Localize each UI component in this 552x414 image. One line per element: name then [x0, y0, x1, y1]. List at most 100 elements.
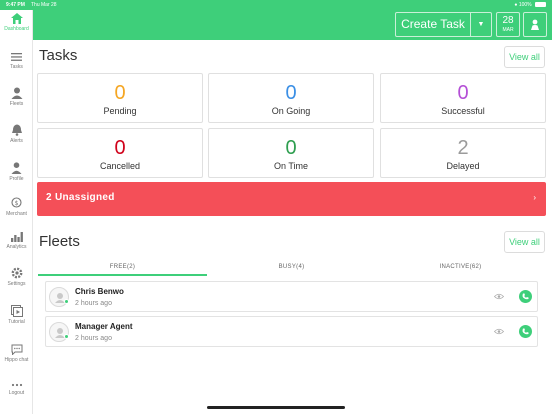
eye-icon[interactable]: [494, 293, 504, 300]
chevron-down-icon[interactable]: ▼: [471, 13, 491, 36]
date-button[interactable]: 28 MAR: [496, 12, 520, 37]
tasks-view-all-button[interactable]: View all: [504, 46, 545, 68]
sidebar-item-label: Merchant: [6, 211, 27, 217]
avatar: [49, 322, 69, 342]
status-time: 9:47 PM: [6, 2, 25, 8]
merchant-icon: $: [11, 197, 22, 208]
task-count: 0: [457, 82, 469, 104]
task-card-cancelled[interactable]: 0 Cancelled: [37, 128, 203, 178]
chevron-right-icon: ›: [533, 193, 536, 202]
sidebar-item-label: Fleets: [9, 101, 24, 107]
analytics-icon: [10, 232, 23, 242]
unassigned-banner[interactable]: 2 Unassigned ›: [37, 182, 546, 216]
task-label: Successful: [441, 106, 485, 116]
avatar: [49, 287, 69, 307]
fleets-title: Fleets: [39, 233, 80, 250]
create-task-button[interactable]: Create Task ▼: [395, 12, 492, 37]
task-label: On Going: [271, 106, 311, 116]
online-status-dot: [64, 299, 69, 304]
task-card-ongoing[interactable]: 0 On Going: [208, 73, 374, 123]
task-count: 0: [285, 137, 297, 159]
sidebar-item-fleets[interactable]: Fleets: [0, 87, 33, 107]
task-count: 0: [285, 82, 297, 104]
person-icon: [55, 328, 65, 338]
status-date: Thu Mar 28: [31, 2, 57, 8]
sidebar-item-label: Settings: [7, 281, 26, 287]
date-day: 28: [502, 15, 514, 26]
task-card-successful[interactable]: 0 Successful: [380, 73, 546, 123]
fleets-view-all-button[interactable]: View all: [504, 231, 545, 253]
more-icon: [11, 383, 22, 387]
agent-name: Chris Benwo: [75, 287, 124, 296]
home-icon: [10, 13, 23, 24]
sidebar-item-label: Dashboard: [4, 26, 29, 32]
status-bar: 9:47 PM Thu Mar 28 ● 100%: [0, 0, 552, 10]
call-button[interactable]: [519, 325, 532, 338]
sidebar-item-tutorial[interactable]: Tutorial: [0, 305, 33, 325]
bell-icon: [11, 124, 22, 136]
user-menu-button[interactable]: [523, 12, 547, 37]
sidebar-item-label: Profile: [9, 176, 24, 182]
sidebar-item-hippo-chat[interactable]: Hippo chat: [0, 344, 33, 363]
task-count: 0: [114, 82, 126, 104]
fleet-tabs: FREE(2) BUSY(4) INACTIVE(62): [38, 264, 546, 276]
gear-icon: [11, 267, 22, 279]
tab-inactive[interactable]: INACTIVE(62): [376, 264, 545, 276]
phone-icon: [522, 293, 529, 300]
list-icon: [11, 53, 22, 61]
task-card-pending[interactable]: 0 Pending: [37, 73, 203, 123]
person-icon: [11, 162, 22, 174]
phone-icon: [522, 328, 529, 335]
agent-row[interactable]: Manager Agent 2 hours ago: [45, 316, 538, 347]
battery-icon: [535, 2, 546, 8]
task-card-delayed[interactable]: 2 Delayed: [380, 128, 546, 178]
status-right: ● 100%: [514, 2, 546, 8]
sidebar-item-label: Tasks: [10, 64, 23, 70]
agent-last-seen: 2 hours ago: [75, 300, 112, 307]
sidebar-item-analytics[interactable]: Analytics: [0, 231, 33, 250]
task-count: 2: [457, 137, 469, 159]
chat-icon: [11, 344, 22, 355]
sidebar-item-label: Alerts: [10, 138, 23, 144]
tasks-title: Tasks: [39, 47, 78, 64]
date-month: MAR: [502, 27, 514, 33]
sidebar-item-profile[interactable]: Profile: [0, 162, 33, 182]
task-label: Pending: [103, 106, 137, 116]
task-label: Delayed: [446, 161, 480, 171]
task-label: Cancelled: [99, 161, 141, 171]
person-icon: [531, 19, 539, 30]
sidebar-item-settings[interactable]: Settings: [0, 267, 33, 287]
task-card-ontime[interactable]: 0 On Time: [208, 128, 374, 178]
sidebar: Dashboard Tasks Fleets Alerts Profile $ …: [0, 10, 33, 414]
agent-row[interactable]: Chris Benwo 2 hours ago: [45, 281, 538, 312]
tab-free[interactable]: FREE(2): [38, 264, 207, 276]
sidebar-item-label: Tutorial: [8, 319, 25, 325]
task-label: On Time: [273, 161, 308, 171]
online-status-dot: [64, 334, 69, 339]
agent-last-seen: 2 hours ago: [75, 335, 112, 342]
unassigned-label: 2 Unassigned: [46, 192, 115, 203]
wifi-icon: ●: [514, 2, 518, 8]
fleet-icon: [11, 87, 22, 99]
sidebar-item-alerts[interactable]: Alerts: [0, 124, 33, 144]
sidebar-item-label: Hippo chat: [4, 357, 29, 363]
agent-name: Manager Agent: [75, 322, 133, 331]
task-count: 0: [114, 137, 126, 159]
tab-busy[interactable]: BUSY(4): [207, 264, 376, 276]
battery-percent: 100%: [518, 2, 532, 8]
top-bar: 9:47 PM Thu Mar 28 ● 100% Create Task ▼ …: [0, 0, 552, 40]
sidebar-item-logout[interactable]: Logout: [0, 382, 33, 396]
main-content: Tasks View all 0 Pending 0 On Going 0 Su…: [33, 40, 552, 414]
tutorial-icon: [10, 305, 23, 317]
sidebar-item-label: Logout: [8, 390, 25, 396]
call-button[interactable]: [519, 290, 532, 303]
sidebar-item-label: Analytics: [6, 244, 27, 250]
person-icon: [55, 293, 65, 303]
svg-text:$: $: [15, 200, 19, 207]
home-indicator[interactable]: [207, 406, 345, 409]
eye-icon[interactable]: [494, 328, 504, 335]
sidebar-item-dashboard[interactable]: Dashboard: [0, 13, 33, 32]
sidebar-item-tasks[interactable]: Tasks: [0, 52, 33, 70]
create-task-label: Create Task: [396, 13, 471, 36]
sidebar-item-merchant[interactable]: $ Merchant: [0, 197, 33, 217]
